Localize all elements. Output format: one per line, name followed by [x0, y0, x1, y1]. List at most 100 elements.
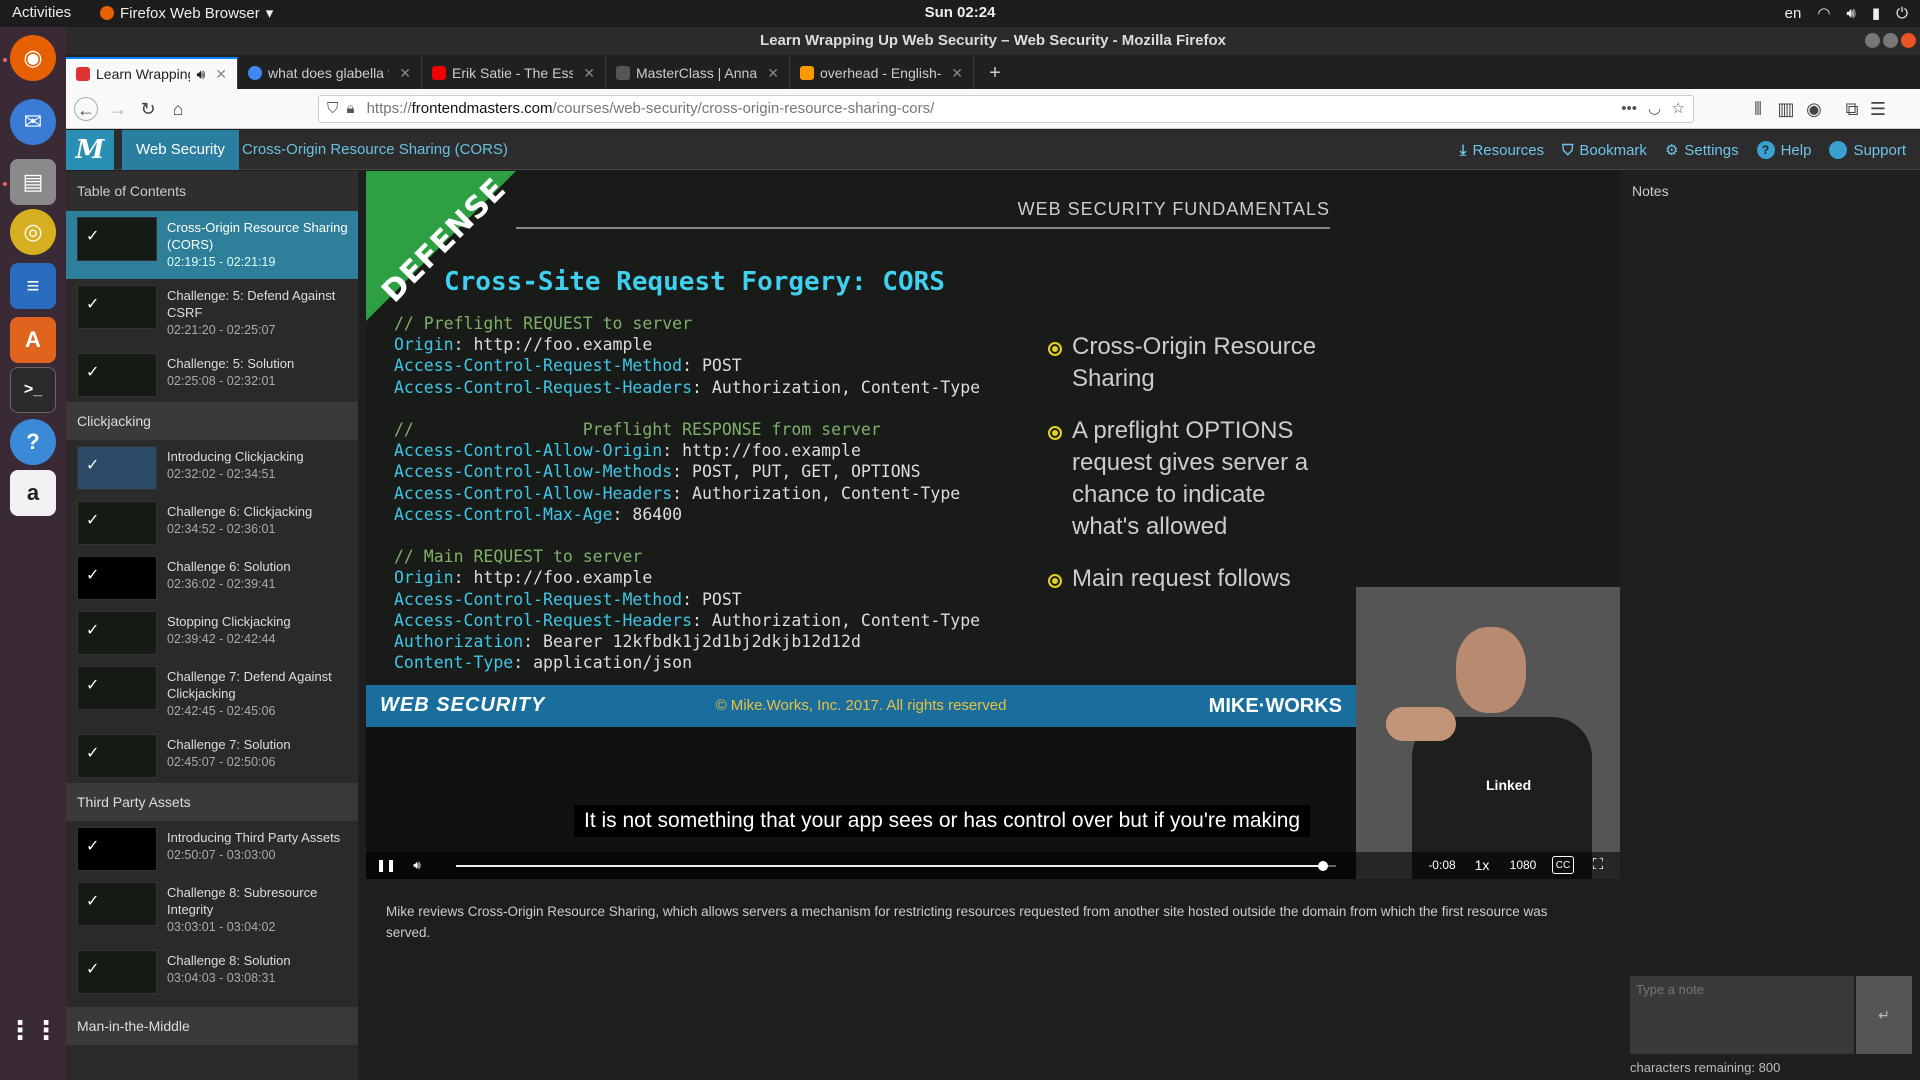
- help-icon[interactable]: ?: [10, 419, 56, 465]
- home-button[interactable]: ⌂: [166, 97, 190, 121]
- breadcrumb-lesson[interactable]: Cross-Origin Resource Sharing (CORS): [242, 130, 508, 170]
- thunderbird-icon[interactable]: ✉: [10, 99, 56, 145]
- extensions-icon[interactable]: ⧉: [1840, 97, 1864, 121]
- settings-link[interactable]: ⚙ Settings: [1665, 141, 1739, 160]
- sidebar-icon[interactable]: ▥: [1774, 97, 1798, 121]
- lesson-item[interactable]: ✓ Challenge 8: Subresource Integrity 03:…: [66, 876, 358, 944]
- language-indicator[interactable]: en: [1785, 5, 1802, 22]
- bookmark-star-icon[interactable]: ☆: [1672, 96, 1685, 122]
- amazon-icon[interactable]: a: [10, 470, 56, 516]
- terminal-icon[interactable]: >_: [10, 367, 56, 413]
- account-icon[interactable]: ◉: [1802, 97, 1826, 121]
- forward-button[interactable]: →: [106, 97, 130, 121]
- section-clickjacking[interactable]: Clickjacking: [66, 402, 358, 440]
- tab-masterclass[interactable]: MasterClass | Anna Wint ✕: [606, 57, 790, 89]
- tab-title: MasterClass | Anna Wint: [636, 65, 758, 81]
- resources-label: Resources: [1472, 141, 1545, 159]
- section-man-in-the-middle[interactable]: Man-in-the-Middle: [66, 1007, 358, 1045]
- quality-button[interactable]: 1080: [1506, 856, 1540, 874]
- lesson-title: Stopping Clickjacking: [167, 614, 291, 629]
- lesson-item[interactable]: ✓ Challenge: 5: Defend Against CSRF 02:2…: [66, 279, 358, 347]
- close-tab-icon[interactable]: ✕: [399, 65, 411, 82]
- code-value: : http://foo.example: [453, 335, 653, 355]
- lock-icon[interactable]: 🔒︎: [346, 100, 354, 117]
- close-tab-icon[interactable]: ✕: [215, 66, 227, 83]
- closed-captions-icon[interactable]: CC: [1552, 856, 1574, 874]
- code-key: Access-Control-Allow-Headers: [394, 483, 673, 503]
- video-player[interactable]: DEFENSE WEB SECURITY FUNDAMENTALS Cross-…: [366, 171, 1620, 879]
- lesson-item[interactable]: ✓ Challenge 6: Solution 02:36:02 - 02:39…: [66, 550, 358, 605]
- url-bar[interactable]: ⛉ 🔒︎ https://frontendmasters.com/courses…: [318, 95, 1694, 123]
- tab-strip: Learn Wrapping Up We 🔊︎ ✕ what does glab…: [66, 55, 1920, 89]
- breadcrumb-course[interactable]: Web Security: [122, 130, 239, 170]
- tab-overhead[interactable]: overhead - English-Spani ✕: [790, 57, 974, 89]
- volume-button[interactable]: 🔊︎: [406, 856, 428, 874]
- lesson-item[interactable]: ✓ Stopping Clickjacking 02:39:42 - 02:42…: [66, 605, 358, 660]
- presenter-head: [1456, 627, 1526, 713]
- close-tab-icon[interactable]: ✕: [767, 65, 779, 82]
- code-key: Access-Control-Request-Method: [394, 589, 683, 609]
- lesson-title: Challenge 6: Clickjacking: [167, 504, 313, 519]
- submit-note-button[interactable]: ↵: [1856, 976, 1912, 1054]
- support-link[interactable]: Support: [1829, 141, 1906, 159]
- lesson-title: Challenge 8: Solution: [167, 953, 291, 968]
- close-tab-icon[interactable]: ✕: [583, 65, 595, 82]
- back-button[interactable]: ←: [74, 97, 98, 121]
- lesson-item[interactable]: ✓ Introducing Third Party Assets 02:50:0…: [66, 821, 358, 876]
- tracking-protection-icon[interactable]: ⛉: [327, 100, 338, 117]
- new-tab-button[interactable]: +: [978, 57, 1012, 89]
- progress-bar[interactable]: [456, 861, 1336, 871]
- help-link[interactable]: ? Help: [1756, 141, 1811, 159]
- writer-icon[interactable]: ≡: [10, 263, 56, 309]
- lesson-item[interactable]: ✓ Challenge 6: Clickjacking 02:34:52 - 0…: [66, 495, 358, 550]
- minimize-button[interactable]: [1865, 33, 1880, 48]
- tab-erik-satie[interactable]: Erik Satie - The Essential ✕: [422, 57, 606, 89]
- page-actions-icon[interactable]: •••: [1621, 96, 1637, 122]
- maximize-button[interactable]: [1883, 33, 1898, 48]
- lesson-thumbnail: ✓: [77, 827, 157, 871]
- section-third-party-assets[interactable]: Third Party Assets: [66, 783, 358, 821]
- reload-button[interactable]: ↻: [136, 97, 160, 121]
- note-input[interactable]: [1630, 976, 1854, 1054]
- lesson-item[interactable]: ✓ Challenge 7: Solution 02:45:07 - 02:50…: [66, 728, 358, 783]
- header-links: ⤓ Resources ⛉ Bookmark ⚙ Settings ? Help Sup…: [1460, 130, 1906, 170]
- check-icon: ✓: [86, 745, 100, 762]
- tab-glabella[interactable]: what does glabella trans ✕: [238, 57, 422, 89]
- slide-header: WEB SECURITY FUNDAMENTALS: [1017, 199, 1330, 219]
- close-tab-icon[interactable]: ✕: [951, 65, 963, 82]
- firefox-icon[interactable]: ◉: [10, 35, 56, 81]
- lesson-item[interactable]: ✓ Challenge 8: Solution 03:04:03 - 03:08…: [66, 944, 358, 999]
- playback-speed-button[interactable]: 1x: [1470, 856, 1494, 874]
- progress-handle[interactable]: [1317, 861, 1328, 871]
- speaker-icon[interactable]: 🔊︎: [196, 66, 205, 83]
- volume-icon: 🔊︎: [1846, 4, 1856, 22]
- support-label: Support: [1853, 141, 1906, 159]
- code-value: : 86400: [612, 504, 683, 524]
- rhythmbox-icon[interactable]: ◎: [10, 209, 56, 255]
- check-icon: ✓: [86, 364, 100, 381]
- code-key: Access-Control-Request-Headers: [394, 377, 693, 397]
- pause-button[interactable]: ❚❚: [376, 856, 396, 874]
- library-icon[interactable]: ⫴: [1746, 97, 1770, 121]
- show-applications-icon[interactable]: ⋮⋮: [7, 1007, 59, 1053]
- fullscreen-icon[interactable]: ⛶: [1588, 856, 1608, 874]
- frontend-masters-logo[interactable]: M: [66, 130, 114, 170]
- lesson-thumbnail: ✓: [77, 501, 157, 545]
- resources-link[interactable]: ⤓ Resources: [1460, 142, 1544, 159]
- lesson-item[interactable]: ✓ Cross-Origin Resource Sharing (CORS) 0…: [66, 211, 358, 279]
- lesson-item[interactable]: ✓ Introducing Clickjacking 02:32:02 - 02…: [66, 440, 358, 495]
- lesson-title: Challenge: 5: Solution: [167, 356, 295, 371]
- close-button[interactable]: [1901, 33, 1916, 48]
- tab-learn-wrapping-up[interactable]: Learn Wrapping Up We 🔊︎ ✕: [66, 57, 238, 89]
- software-center-icon[interactable]: A: [10, 317, 56, 363]
- clock[interactable]: Sun 02:24: [0, 4, 1920, 21]
- lesson-item[interactable]: ✓ Challenge: 5: Solution 02:25:08 - 02:3…: [66, 347, 358, 402]
- menu-icon[interactable]: ☰: [1866, 97, 1890, 121]
- pocket-icon[interactable]: ◡: [1648, 96, 1661, 122]
- bookmark-link[interactable]: ⛉ Bookmark: [1562, 142, 1647, 159]
- files-icon[interactable]: ▤: [10, 159, 56, 205]
- system-tray[interactable]: en ◠ 🔊︎ ▮ ⏻: [1785, 4, 1908, 23]
- lesson-item[interactable]: ✓ Challenge 7: Defend Against Clickjacki…: [66, 660, 358, 728]
- lesson-time: 02:19:15 - 02:21:19: [167, 255, 276, 269]
- code-value: : Authorization, Content-Type: [672, 483, 961, 503]
